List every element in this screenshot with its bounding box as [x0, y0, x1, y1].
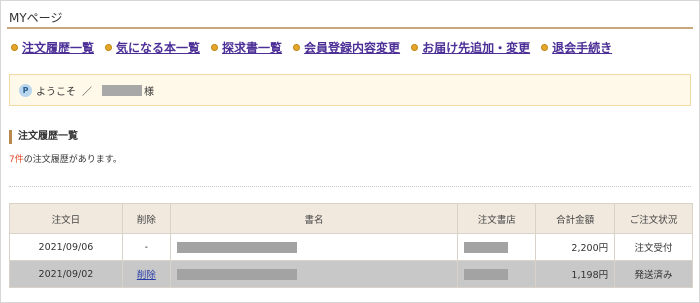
redacted-store-name [464, 268, 509, 280]
nav-label: 退会手続き [552, 41, 613, 55]
total-cell: 2,200円 [535, 233, 616, 261]
column-header-status: ご注文状況 [614, 203, 693, 234]
store-cell [457, 260, 537, 288]
book-title-cell [169, 233, 459, 261]
column-header-delete: 削除 [121, 203, 171, 234]
column-header-total: 合計金額 [535, 203, 616, 234]
status-cell: 発送済み [614, 260, 693, 288]
page-title: MYページ [9, 11, 63, 25]
p-point-icon: P [19, 83, 32, 97]
bullet-icon [211, 44, 219, 51]
nav-label: お届け先追加・変更 [422, 41, 531, 55]
bullet-icon [293, 44, 301, 51]
redacted-book-title [176, 241, 297, 253]
delete-cell: 削除 [121, 260, 171, 288]
nav-label: 気になる本一覧 [116, 41, 201, 55]
nav-search-requests[interactable]: 探求書一覧 [211, 39, 282, 56]
mypage-nav: 注文履歴一覧 気になる本一覧 探求書一覧 会員登録内容変更 お届け先追加・変更 … [11, 39, 693, 56]
store-cell [457, 233, 537, 261]
order-count-number: 7件 [9, 155, 24, 165]
delete-cell: - [121, 233, 171, 261]
nav-label: 注文履歴一覧 [22, 41, 95, 55]
nav-withdraw[interactable]: 退会手続き [541, 39, 612, 56]
table-header-row: 注文日 削除 書名 注文書店 合計金額 ご注文状況 [9, 203, 693, 234]
order-history-heading: 注文履歴一覧 [9, 130, 78, 144]
redacted-book-title [176, 268, 297, 280]
mypage-panel: MYページ 注文履歴一覧 気になる本一覧 探求書一覧 会員登録内容変更 お届け先… [0, 0, 700, 303]
table-row: 2021/09/06 - 2,200円 注文受付 [9, 233, 693, 261]
bullet-icon [411, 44, 419, 51]
section-divider [9, 186, 691, 187]
nav-label: 会員登録内容変更 [304, 41, 401, 55]
welcome-greeting: ようこそ [36, 86, 76, 98]
order-count-suffix: の注文履歴があります。 [23, 155, 122, 165]
column-header-order-date: 注文日 [9, 203, 123, 234]
total-cell: 1,198円 [535, 260, 616, 288]
bullet-icon [541, 44, 549, 51]
welcome-separator: ／ [82, 86, 92, 98]
welcome-honorific: 様 [144, 86, 154, 98]
bullet-icon [11, 44, 18, 51]
column-header-title: 書名 [169, 203, 459, 234]
nav-order-history[interactable]: 注文履歴一覧 [11, 39, 94, 56]
nav-edit-membership[interactable]: 会員登録内容変更 [293, 39, 400, 56]
table-row: 2021/09/02 削除 1,198円 発送済み [9, 260, 693, 288]
redacted-user-name [102, 84, 142, 96]
order-history-table: 注文日 削除 書名 注文書店 合計金額 ご注文状況 2021/09/06 - 2… [9, 203, 693, 288]
status-cell: 注文受付 [614, 233, 693, 261]
nav-shipping-address[interactable]: お届け先追加・変更 [411, 39, 530, 56]
nav-wishlist[interactable]: 気になる本一覧 [105, 39, 200, 56]
welcome-box: P ようこそ ／ 様 [9, 74, 691, 106]
nav-label: 探求書一覧 [222, 41, 283, 55]
redacted-store-name [464, 241, 509, 253]
order-date-cell: 2021/09/06 [9, 233, 123, 261]
bullet-icon [105, 44, 113, 51]
order-date-cell: 2021/09/02 [9, 260, 123, 288]
order-count-text: 7件の注文履歴があります。 [9, 152, 122, 165]
title-divider [7, 27, 693, 29]
column-header-store: 注文書店 [457, 203, 537, 234]
delete-link[interactable]: 削除 [137, 270, 156, 281]
book-title-cell [169, 260, 459, 288]
